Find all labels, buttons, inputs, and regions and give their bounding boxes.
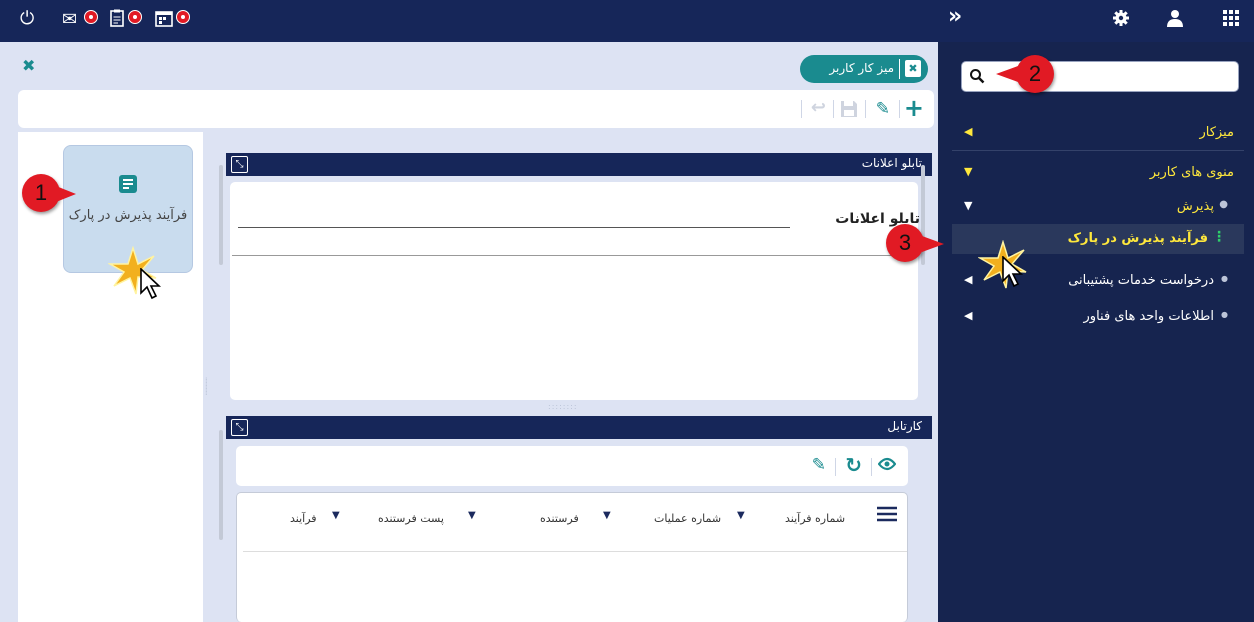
vertical-splitter[interactable]: ⁞ ⁞ ⁞	[205, 377, 208, 397]
mail-icon[interactable]: ✉	[62, 9, 77, 31]
filter-icon[interactable]: ▼	[737, 510, 745, 521]
tab-separator	[899, 59, 900, 79]
chevron-left-icon: ◀	[964, 309, 973, 322]
expand-icon[interactable]: ⤡	[231, 419, 248, 436]
toolbar-separator	[833, 100, 834, 118]
close-all-tabs-icon[interactable]: ✖	[22, 56, 35, 75]
chevron-left-icon: ◀	[964, 273, 973, 286]
bulletin-panel-body: تابلو اعلانات	[230, 182, 920, 400]
callout-1: 1	[22, 174, 60, 212]
clipboard-badge	[128, 10, 142, 24]
column-header-operation-number[interactable]: شماره عملیات	[654, 512, 721, 525]
column-header-process[interactable]: فرآیند	[290, 512, 317, 525]
filter-icon[interactable]: ▼	[468, 510, 476, 521]
sidebar-item-reception[interactable]: ● پذیرش ▼	[952, 192, 1244, 222]
column-header-sender[interactable]: فرستنده	[540, 512, 579, 525]
toolbar-separator	[899, 100, 900, 118]
bullet-icon: ●	[1221, 310, 1228, 319]
bulletin-divider	[232, 255, 916, 256]
pin-icon[interactable]: ✎	[812, 455, 826, 475]
chevron-down-icon: ▼	[964, 165, 973, 178]
sidebar-item-tech-units-info[interactable]: ● اطلاعات واحد های فناور ◀	[952, 302, 1244, 332]
toolbar-separator	[801, 100, 802, 118]
user-icon[interactable]	[1166, 9, 1184, 33]
top-bar: ⏻ ✉ »	[0, 0, 1254, 42]
toolbar-separator	[865, 100, 866, 118]
chevron-left-icon: ◀	[964, 125, 973, 138]
toolbar-separator	[835, 458, 836, 476]
mouse-cursor-icon	[140, 267, 162, 304]
edit-icon[interactable]: ✎	[876, 99, 890, 119]
sidebar-item-desktop[interactable]: میزکار ◀	[952, 118, 1244, 148]
mouse-cursor-icon	[1002, 255, 1024, 292]
calendar-icon[interactable]	[155, 9, 173, 33]
toolbar: + ✎ ↩	[18, 90, 934, 128]
callout-pointer	[56, 186, 76, 202]
bullet-icon: ●	[1221, 274, 1228, 283]
close-icon[interactable]: ✖	[905, 60, 921, 77]
chevron-down-icon: ▼	[964, 199, 973, 212]
power-icon[interactable]: ⏻	[20, 8, 34, 30]
bulletin-panel-header: تابلو اعلانات ⤡	[226, 153, 932, 176]
apps-grid-icon[interactable]	[1222, 9, 1240, 33]
mail-badge	[84, 10, 98, 24]
panel-scrollbar[interactable]	[219, 430, 223, 540]
search-icon[interactable]	[969, 68, 985, 88]
expand-icon[interactable]: ⤡	[231, 156, 248, 173]
callout-pointer	[996, 66, 1018, 82]
undo-icon[interactable]: ↩	[811, 97, 826, 118]
add-icon[interactable]: +	[904, 96, 924, 120]
bulletin-title-underline	[238, 227, 790, 228]
column-menu-icon[interactable]	[876, 506, 898, 526]
clipboard-icon[interactable]	[110, 9, 124, 33]
tab-user-desktop[interactable]: میز کار کاربر ✖	[800, 55, 928, 83]
kartable-panel-header: کارتابل ⤡	[226, 416, 932, 439]
callout-3: 3	[886, 224, 924, 262]
panel-scrollbar[interactable]	[219, 165, 223, 265]
collapse-sidebar-icon[interactable]: »	[948, 6, 962, 28]
horizontal-splitter[interactable]: ::::::::	[548, 402, 578, 411]
sidebar-divider	[952, 150, 1244, 151]
table-divider	[243, 551, 907, 552]
kartable-toolbar: ↻ ✎	[236, 446, 908, 486]
filter-icon[interactable]: ▼	[332, 510, 340, 521]
column-header-process-number[interactable]: شماره فرآیند	[785, 512, 845, 525]
sidebar-item-user-menus[interactable]: منوی های کاربر ▼	[952, 158, 1244, 188]
calendar-badge	[176, 10, 190, 24]
column-header-sender-post[interactable]: پست فرستنده	[378, 512, 444, 525]
refresh-icon[interactable]: ↻	[845, 453, 862, 477]
callout-pointer	[922, 236, 944, 252]
vertical-dots-icon: ⋮	[1212, 229, 1226, 245]
bullet-icon: ●	[1219, 199, 1228, 210]
callout-2: 2	[1016, 55, 1054, 93]
gear-icon[interactable]	[1112, 9, 1130, 33]
toolbar-separator	[871, 458, 872, 476]
save-icon[interactable]	[840, 100, 858, 122]
filter-icon[interactable]: ▼	[603, 510, 611, 521]
document-icon	[118, 174, 138, 198]
view-icon[interactable]	[877, 456, 897, 475]
